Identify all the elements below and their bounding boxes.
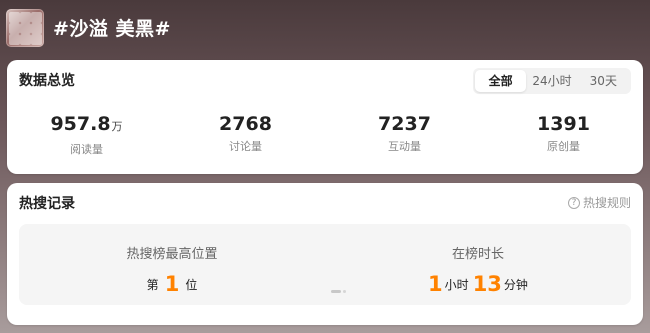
overview-title: 数据总览 [19, 73, 75, 89]
stat-reads-unit: 万 [111, 120, 123, 133]
position-prefix: 第 [146, 278, 159, 292]
duration-label: 在榜时长 [451, 247, 504, 262]
duration-minutes: 13 [472, 272, 502, 296]
page-indicator-dot [343, 290, 346, 293]
tab-all[interactable]: 全部 [475, 70, 527, 92]
page-indicator [330, 290, 347, 293]
topic-title: #沙溢 美黑# [53, 18, 171, 40]
duration-minutes-unit: 分钟 [503, 278, 528, 292]
duration-block: 在榜时长 1 小时 13 分钟 [325, 224, 631, 305]
stat-originals-label: 原创量 [547, 140, 580, 153]
stat-interactions-value: 7237 [378, 113, 431, 135]
stat-interactions-label: 互动量 [388, 140, 421, 153]
hot-search-card: 热搜记录 ? 热搜规则 热搜榜最高位置 第1位 在榜时长 1 小时 13 分钟 [7, 183, 643, 325]
duration-hours-unit: 小时 [444, 278, 469, 292]
tab-30d[interactable]: 30天 [578, 70, 629, 92]
hot-search-title: 热搜记录 [19, 196, 75, 212]
position-value: 1 [164, 272, 180, 296]
tab-24h[interactable]: 24小时 [526, 70, 577, 92]
stat-originals: 1391 原创量 [484, 112, 643, 157]
stat-discussions: 2768 讨论量 [166, 112, 325, 157]
stat-interactions: 7237 互动量 [325, 112, 484, 157]
duration-hours: 1 [428, 272, 443, 296]
stat-discussions-label: 讨论量 [229, 140, 262, 153]
data-overview-card: 数据总览 全部 24小时 30天 957.8万 阅读量 2768 讨论量 723… [7, 60, 643, 174]
stat-originals-value: 1391 [537, 113, 590, 135]
hot-search-rules-label: 热搜规则 [582, 196, 631, 210]
stat-reads-label: 阅读量 [70, 143, 103, 156]
page-indicator-active [331, 290, 341, 293]
topic-header: #沙溢 美黑# [0, 0, 650, 56]
position-suffix: 位 [185, 278, 198, 292]
stat-reads-value: 957.8 [50, 113, 111, 135]
highest-position-block: 热搜榜最高位置 第1位 [19, 224, 325, 305]
stats-row: 957.8万 阅读量 2768 讨论量 7237 互动量 1391 原创量 [7, 112, 643, 157]
highest-position-label: 热搜榜最高位置 [126, 247, 218, 262]
hot-search-panel: 热搜榜最高位置 第1位 在榜时长 1 小时 13 分钟 [19, 224, 631, 305]
stat-reads: 957.8万 阅读量 [7, 112, 166, 157]
stat-discussions-value: 2768 [219, 113, 272, 135]
topic-thumbnail[interactable] [6, 9, 44, 47]
time-range-selector: 全部 24小时 30天 [473, 68, 631, 94]
hot-search-rules-link[interactable]: ? 热搜规则 [567, 194, 631, 211]
question-circle-icon: ? [567, 196, 580, 209]
